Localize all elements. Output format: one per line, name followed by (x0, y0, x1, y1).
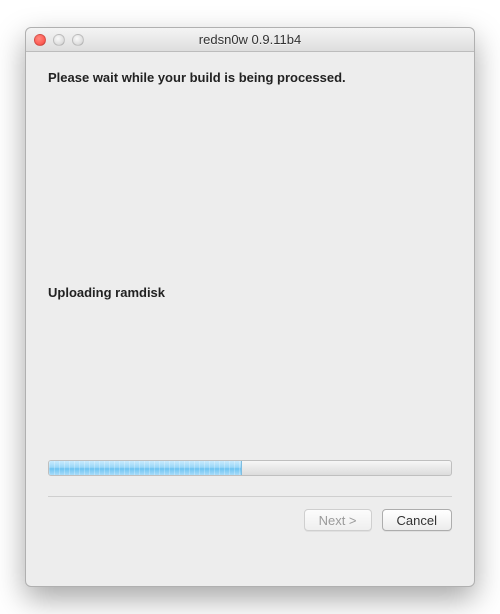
progress-bar (48, 460, 452, 476)
titlebar[interactable]: redsn0w 0.9.11b4 (26, 28, 474, 52)
traffic-lights (34, 34, 84, 46)
app-window: redsn0w 0.9.11b4 Please wait while your … (25, 27, 475, 587)
window-title: redsn0w 0.9.11b4 (26, 32, 474, 47)
content-area: Please wait while your build is being pr… (26, 52, 474, 586)
progress-fill (49, 461, 242, 475)
next-button[interactable]: Next > (304, 509, 372, 531)
cancel-button[interactable]: Cancel (382, 509, 452, 531)
status-text: Uploading ramdisk (48, 285, 452, 300)
divider (48, 496, 452, 497)
progress-container (48, 460, 452, 476)
processing-message: Please wait while your build is being pr… (48, 70, 452, 85)
button-row: Next > Cancel (48, 509, 452, 531)
minimize-icon[interactable] (53, 34, 65, 46)
zoom-icon[interactable] (72, 34, 84, 46)
close-icon[interactable] (34, 34, 46, 46)
